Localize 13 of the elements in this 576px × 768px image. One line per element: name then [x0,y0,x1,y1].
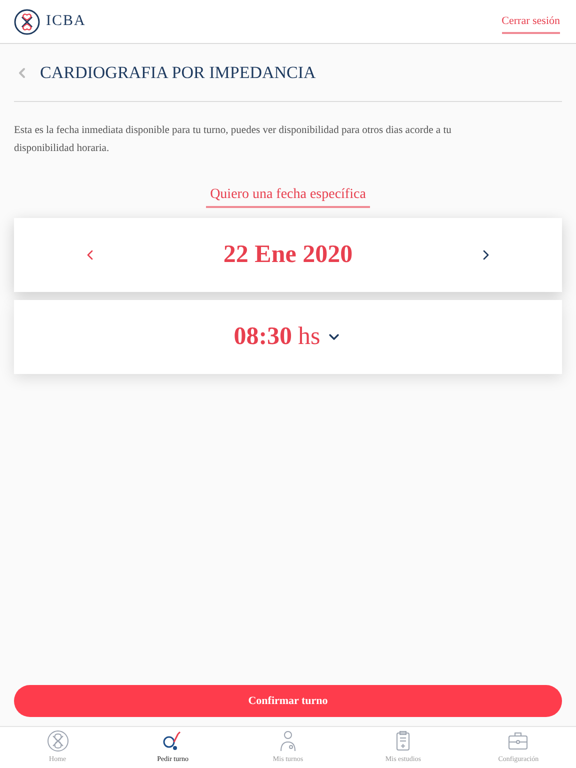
logout-link[interactable]: Cerrar sesión [502,13,560,34]
specific-date-link[interactable]: Quiero una fecha específica [206,184,370,208]
confirm-button[interactable]: Confirmar turno [14,685,562,717]
time-value: 08:30 [234,322,292,352]
time-card[interactable]: 08:30 hs [14,300,562,374]
date-value: 22 Ene 2020 [223,240,353,270]
clover-icon [46,730,69,752]
intro-text: Esta es la fecha inmediata disponible para tu turno, puedes ver disponibilidad para otros dias acorde a tu disponibilidad horaria. [14,124,452,156]
page-title: CARDIOGRAFIA POR IMPEDANCIA [40,62,316,84]
logo-text: ICBA [46,12,86,32]
logo-icon [14,8,40,34]
briefcase-icon [507,730,530,752]
time-unit: hs [298,322,320,352]
